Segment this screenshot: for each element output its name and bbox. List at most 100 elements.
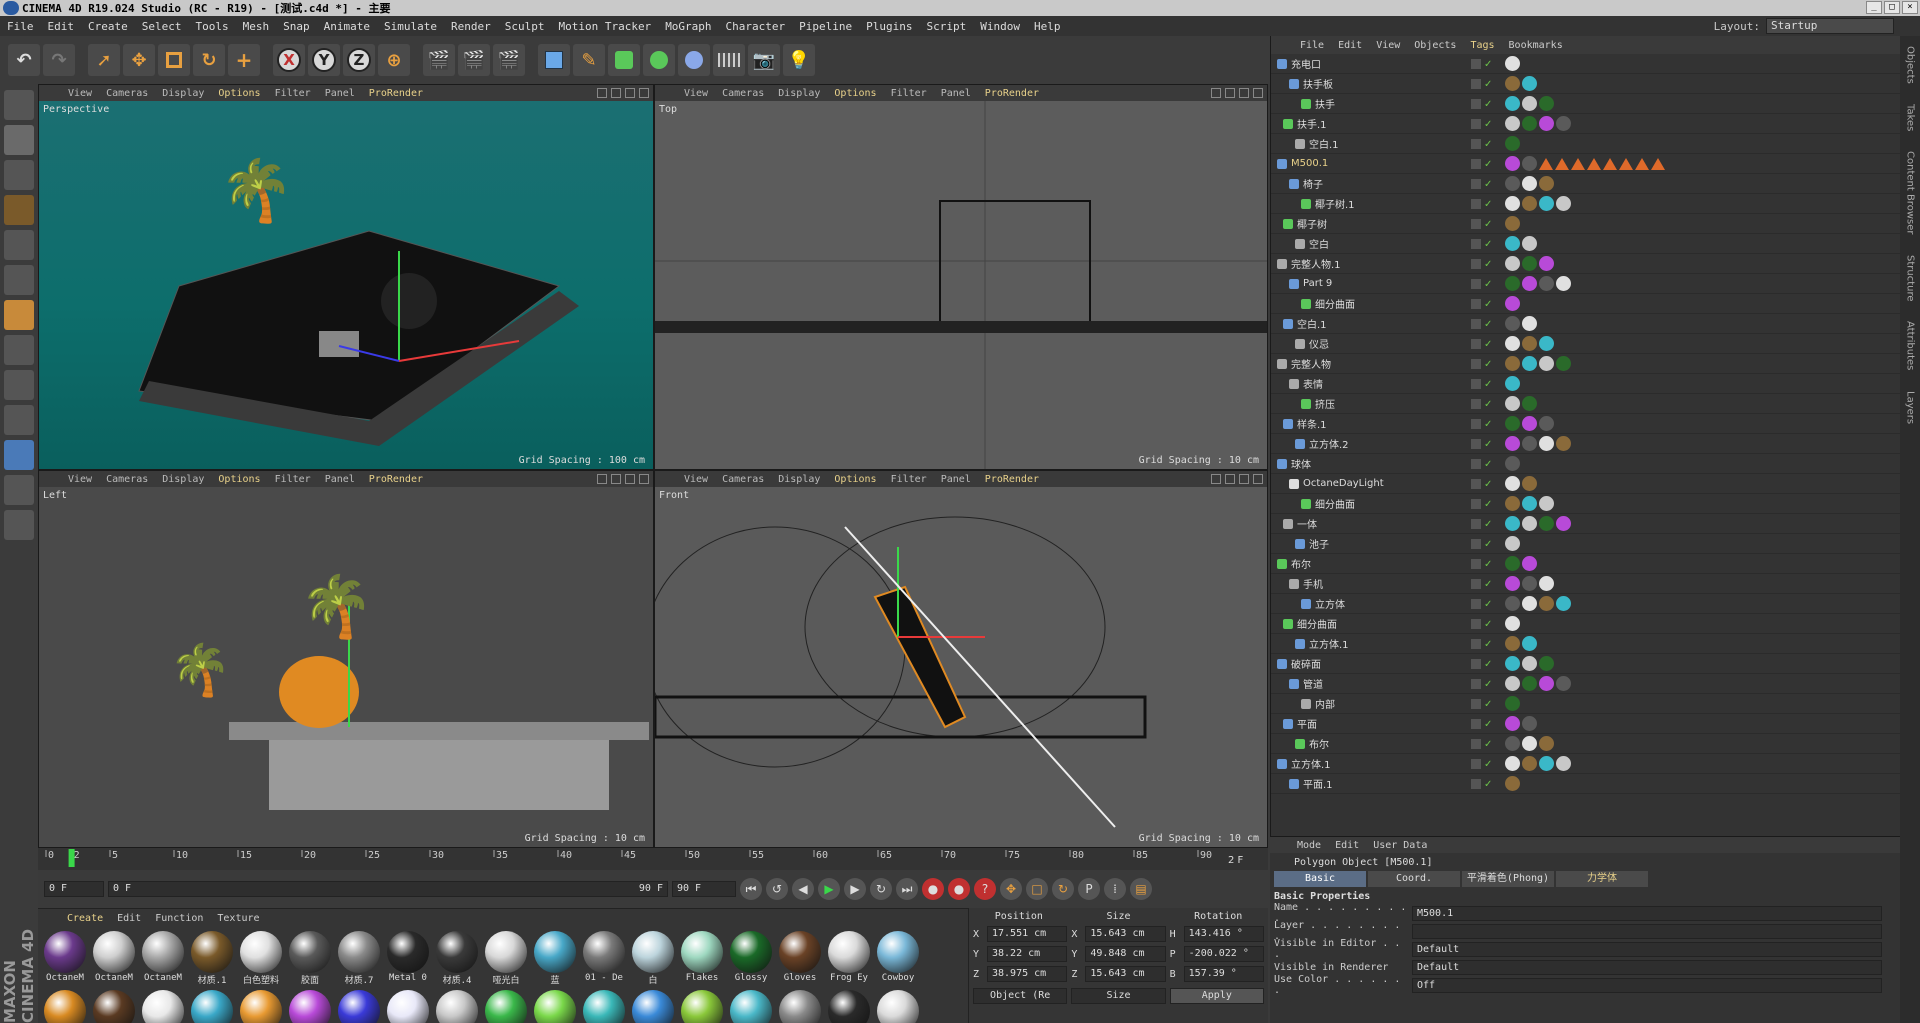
material-tag-icon[interactable]: [1522, 76, 1537, 91]
visibility-dot-icon[interactable]: [1471, 658, 1481, 669]
visibility-dot-icon[interactable]: [1471, 238, 1481, 249]
viewport-canvas[interactable]: Top Grid Spacing : 10 cm: [655, 101, 1267, 469]
edit-render-settings-button[interactable]: 🎬: [493, 44, 525, 76]
phong-tag-icon[interactable]: [1651, 157, 1665, 170]
material-tag-icon[interactable]: [1505, 176, 1520, 191]
autokey-button[interactable]: ●: [948, 878, 970, 900]
y-axis-lock-button[interactable]: Y: [308, 44, 340, 76]
material-swatch[interactable]: 材质.7: [336, 931, 382, 987]
vp-menu-prorender[interactable]: ProRender: [978, 88, 1046, 99]
enabled-check-icon[interactable]: ✓: [1484, 259, 1494, 270]
obj-menu-edit[interactable]: Edit: [1331, 40, 1369, 51]
visibility-toggles[interactable]: ✓: [1471, 358, 1505, 370]
floor-button[interactable]: [713, 44, 745, 76]
menu-tools[interactable]: Tools: [189, 20, 236, 33]
orbit-icon[interactable]: [1239, 88, 1249, 98]
close-button[interactable]: ×: [1902, 1, 1918, 14]
pan-icon[interactable]: [597, 88, 607, 98]
vp-menu-filter[interactable]: Filter: [268, 474, 318, 485]
vp-menu-display[interactable]: Display: [771, 88, 827, 99]
visible-in-editor-dropdown[interactable]: Default: [1412, 941, 1882, 957]
enabled-check-icon[interactable]: ✓: [1484, 459, 1494, 470]
visibility-dot-icon[interactable]: [1471, 578, 1481, 589]
next-frame-button[interactable]: ▶: [844, 878, 866, 900]
material-swatch[interactable]: Frog Ey: [826, 931, 872, 987]
visibility-toggles[interactable]: ✓: [1471, 318, 1505, 330]
vp-menu-prorender[interactable]: ProRender: [362, 474, 430, 485]
enabled-check-icon[interactable]: ✓: [1484, 659, 1494, 670]
phong-tag-icon[interactable]: [1571, 157, 1585, 170]
points-mode-button[interactable]: [4, 230, 34, 260]
object-row[interactable]: 一体 ✓: [1271, 514, 1920, 534]
material-tag-icon[interactable]: [1539, 756, 1554, 771]
maximize-button[interactable]: □: [1884, 1, 1900, 14]
material-tag-icon[interactable]: [1505, 96, 1520, 111]
enabled-check-icon[interactable]: ✓: [1484, 119, 1494, 130]
enabled-check-icon[interactable]: ✓: [1484, 379, 1494, 390]
menu-sculpt[interactable]: Sculpt: [498, 20, 552, 33]
redo-button[interactable]: ↷: [43, 44, 75, 76]
visibility-dot-icon[interactable]: [1471, 138, 1481, 149]
visibility-toggles[interactable]: ✓: [1471, 58, 1505, 70]
enabled-check-icon[interactable]: ✓: [1484, 179, 1494, 190]
visibility-dot-icon[interactable]: [1471, 358, 1481, 369]
menu-character[interactable]: Character: [719, 20, 793, 33]
vp-menu-view[interactable]: View: [677, 474, 715, 485]
phong-tag-icon[interactable]: [1587, 157, 1601, 170]
object-row[interactable]: 细分曲面 ✓: [1271, 494, 1920, 514]
material-tag-icon[interactable]: [1539, 416, 1554, 431]
material-swatch[interactable]: [287, 990, 333, 1023]
object-name-cell[interactable]: Part 9: [1271, 278, 1471, 289]
object-row[interactable]: 布尔 ✓: [1271, 734, 1920, 754]
material-tag-icon[interactable]: [1505, 416, 1520, 431]
mat-menu-texture[interactable]: Texture: [210, 913, 266, 924]
material-tag-icon[interactable]: [1505, 136, 1520, 151]
material-swatch[interactable]: OctaneM: [140, 931, 186, 987]
material-swatch[interactable]: 哑光白: [483, 931, 529, 987]
material-swatch[interactable]: Gloves: [777, 931, 823, 987]
material-tag-icon[interactable]: [1539, 576, 1554, 591]
zoom-icon[interactable]: [611, 474, 621, 484]
rotation-h-field[interactable]: 143.416 °: [1183, 926, 1264, 942]
viewport-left[interactable]: View Cameras Display Options Filter Pane…: [38, 470, 654, 848]
object-name-cell[interactable]: 空白.1: [1271, 316, 1471, 331]
cube-object-button[interactable]: [538, 44, 570, 76]
visibility-dot-icon[interactable]: [1471, 98, 1481, 109]
object-row[interactable]: 池子 ✓: [1271, 534, 1920, 554]
deformer-button[interactable]: [678, 44, 710, 76]
material-tag-icon[interactable]: [1556, 596, 1571, 611]
object-row[interactable]: 细分曲面 ✓: [1271, 614, 1920, 634]
material-tag-icon[interactable]: [1505, 396, 1520, 411]
side-tab-attributes[interactable]: Attributes: [1905, 321, 1916, 370]
material-tag-icon[interactable]: [1505, 656, 1520, 671]
enabled-check-icon[interactable]: ✓: [1484, 279, 1494, 290]
enabled-check-icon[interactable]: ✓: [1484, 439, 1494, 450]
object-row[interactable]: 挤压 ✓: [1271, 394, 1920, 414]
material-tag-icon[interactable]: [1505, 116, 1520, 131]
object-name-cell[interactable]: 充电口: [1271, 56, 1471, 71]
apply-button[interactable]: Apply: [1169, 988, 1264, 1004]
enabled-check-icon[interactable]: ✓: [1484, 59, 1494, 70]
vp-menu-cameras[interactable]: Cameras: [715, 474, 771, 485]
vp-menu-filter[interactable]: Filter: [268, 88, 318, 99]
material-tag-icon[interactable]: [1505, 256, 1520, 271]
object-name-cell[interactable]: 破碎面: [1271, 656, 1471, 671]
enabled-check-icon[interactable]: ✓: [1484, 219, 1494, 230]
material-tag-icon[interactable]: [1505, 316, 1520, 331]
material-tag-icon[interactable]: [1539, 596, 1554, 611]
visibility-toggles[interactable]: ✓: [1471, 718, 1505, 730]
visible-in-renderer-dropdown[interactable]: Default: [1412, 959, 1882, 975]
object-row[interactable]: 平面.1 ✓: [1271, 774, 1920, 794]
enabled-check-icon[interactable]: ✓: [1484, 639, 1494, 650]
object-name-cell[interactable]: 椰子树.1: [1271, 196, 1471, 211]
object-name-cell[interactable]: 椅子: [1271, 176, 1471, 191]
enabled-check-icon[interactable]: ✓: [1484, 699, 1494, 710]
subdivision-surface-button[interactable]: [608, 44, 640, 76]
material-tag-icon[interactable]: [1522, 276, 1537, 291]
material-tag-icon[interactable]: [1522, 416, 1537, 431]
visibility-dot-icon[interactable]: [1471, 638, 1481, 649]
visibility-toggles[interactable]: ✓: [1471, 438, 1505, 450]
visibility-toggles[interactable]: ✓: [1471, 678, 1505, 690]
material-swatch[interactable]: [728, 990, 774, 1023]
material-tag-icon[interactable]: [1505, 156, 1520, 171]
